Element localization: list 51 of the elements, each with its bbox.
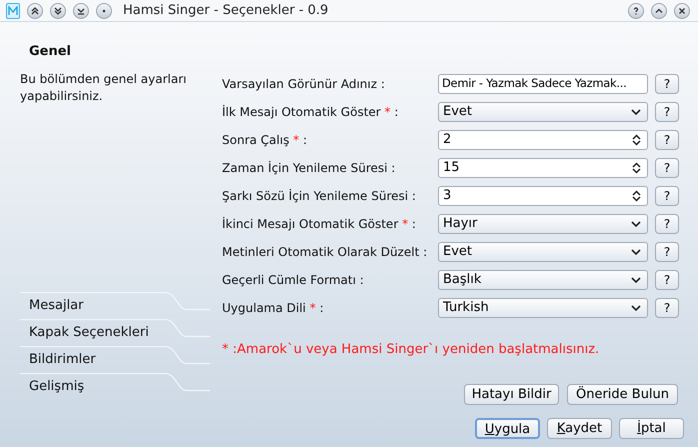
help-button[interactable]: ? bbox=[655, 214, 679, 234]
window-title: Hamsi Singer - Seçenekler - 0.9 bbox=[123, 2, 328, 20]
spin-box[interactable]: 2 bbox=[438, 130, 648, 150]
dialog-button[interactable]: Uygula bbox=[475, 418, 540, 439]
help-button[interactable]: ? bbox=[655, 102, 679, 122]
spin-box[interactable]: 3 bbox=[438, 186, 648, 206]
spin-arrows-icon bbox=[632, 190, 641, 202]
dropdown[interactable]: Evet bbox=[438, 102, 648, 122]
spin-arrows-icon bbox=[632, 134, 641, 146]
action-button[interactable]: Öneride Bulun bbox=[567, 384, 678, 405]
help-button[interactable]: ? bbox=[655, 270, 679, 290]
sidebar-tab[interactable]: Kapak Seçenekleri bbox=[20, 319, 210, 346]
sidebar-tab[interactable]: Bildirimler bbox=[20, 346, 210, 373]
dropdown[interactable]: Hayır bbox=[438, 214, 648, 234]
keep-below-icon[interactable] bbox=[50, 2, 66, 18]
minimize-icon[interactable] bbox=[651, 2, 667, 18]
dropdown[interactable]: Başlık bbox=[438, 270, 648, 290]
help-button[interactable]: ? bbox=[655, 242, 679, 262]
text-field[interactable]: Demir - Yazmak Sadece Yazmak... bbox=[438, 74, 648, 94]
help-button[interactable]: ? bbox=[655, 298, 679, 318]
setting-label: Zaman İçin Yenileme Süresi : bbox=[222, 160, 396, 177]
dropdown[interactable]: Evet bbox=[438, 242, 648, 262]
action-button[interactable]: Hatayı Bildir bbox=[464, 384, 559, 405]
spin-arrows-icon bbox=[632, 162, 641, 174]
setting-label: Şarkı Sözü İçin Yenileme Süresi : bbox=[222, 188, 417, 205]
section-title: Genel bbox=[29, 43, 72, 61]
setting-label: İlk Mesajı Otomatik Göster * : bbox=[222, 104, 400, 121]
help-button[interactable]: ? bbox=[655, 74, 679, 94]
setting-label: Uygulama Dili * : bbox=[222, 300, 325, 317]
dialog-button[interactable]: Kaydet bbox=[547, 418, 612, 439]
sticky-icon[interactable] bbox=[96, 2, 112, 18]
setting-label: Sonra Çalış * : bbox=[222, 132, 308, 149]
shade-icon[interactable] bbox=[73, 2, 89, 18]
sidebar-tab[interactable]: Gelişmiş bbox=[20, 373, 210, 400]
restart-note: * :Amarok`u veya Hamsi Singer`ı yeniden başlatmalısınız. bbox=[222, 341, 600, 359]
help-button[interactable]: ? bbox=[655, 158, 679, 178]
close-icon[interactable] bbox=[674, 2, 690, 18]
setting-label: Geçerli Cümle Formatı : bbox=[222, 272, 365, 289]
dropdown[interactable]: Turkish bbox=[438, 298, 648, 318]
keep-above-icon[interactable] bbox=[27, 2, 43, 18]
setting-label: Metinleri Otomatik Olarak Düzelt : bbox=[222, 244, 428, 261]
spin-box[interactable]: 15 bbox=[438, 158, 648, 178]
sidebar-tab[interactable]: Mesajlar bbox=[20, 292, 210, 319]
help-button[interactable]: ? bbox=[655, 186, 679, 206]
dialog-button[interactable]: İptal bbox=[619, 418, 684, 439]
setting-label: Varsayılan Görünür Adınız : bbox=[222, 76, 386, 93]
help-button[interactable]: ? bbox=[655, 130, 679, 150]
setting-label: İkinci Mesajı Otomatik Göster * : bbox=[222, 216, 417, 233]
section-description: Bu bölümden genel ayarları yapabilirsiniz. bbox=[20, 70, 188, 104]
app-icon bbox=[6, 2, 20, 18]
help-icon[interactable] bbox=[628, 2, 644, 18]
